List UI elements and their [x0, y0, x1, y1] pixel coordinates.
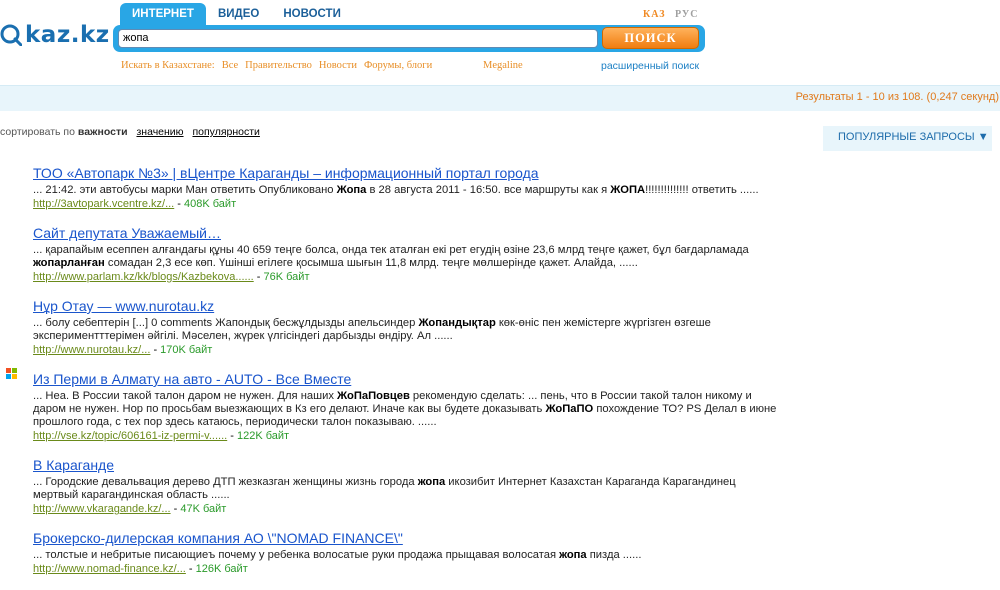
sort-current: важности: [77, 126, 128, 138]
search-scope: Искать в Казахстане: Все Правительство Н…: [121, 60, 439, 71]
result-snippet: ... Городские девальвация дерево ДТП жез…: [33, 476, 736, 501]
result-size: 122K байт: [236, 430, 290, 442]
result-item: Брокерско-дилерская компания АО \"NOMAD …: [33, 530, 783, 576]
search-button[interactable]: ПОИСК: [602, 27, 699, 49]
result-meta: http://www.parlam.kz/kk/blogs/Kazbekova.…: [33, 271, 310, 283]
result-title-link[interactable]: ТОО «Автопарк №3» | вЦентре Караганды – …: [33, 165, 783, 181]
tab-news[interactable]: НОВОСТИ: [271, 3, 353, 26]
advanced-search-link[interactable]: расширенный поиск: [601, 60, 699, 72]
sort-by-popularity-link[interactable]: популярности: [192, 126, 259, 138]
result-url-link[interactable]: http://vse.kz/topic/606161-iz-permi-v...…: [33, 430, 227, 442]
scope-forums-link[interactable]: Форумы, блоги: [364, 60, 432, 71]
result-item: Нұр Отау — www.nurotau.kz ... болу себеп…: [33, 298, 783, 357]
sort-options: сортировать по важности значению популяр…: [0, 126, 260, 138]
lang-kaz-link[interactable]: КАЗ: [643, 9, 666, 20]
search-input[interactable]: жопа: [118, 29, 598, 48]
search-tabs: ИНТЕРНЕТ ВИДЕО НОВОСТИ: [120, 3, 353, 26]
result-title-link[interactable]: В Караганде: [33, 457, 783, 473]
result-url-link[interactable]: http://www.nurotau.kz/...: [33, 344, 150, 356]
result-snippet: ... 21:42. эти автобусы марки Ман ответи…: [33, 184, 759, 196]
result-snippet: ... болу себептерін [...] 0 comments Жап…: [33, 317, 711, 342]
result-snippet: ... қарапайым есеппен алғандағы құны 40 …: [33, 244, 749, 269]
result-url-link[interactable]: http://www.nomad-finance.kz/...: [33, 563, 186, 575]
result-size: 126K байт: [195, 563, 248, 575]
logo[interactable]: kaz.kz: [0, 22, 110, 48]
result-meta: http://www.nurotau.kz/... - 170K байт: [33, 344, 213, 356]
logo-text: kaz.kz: [25, 22, 110, 48]
tab-internet[interactable]: ИНТЕРНЕТ: [120, 3, 206, 26]
results-list: ТОО «Автопарк №3» | вЦентре Караганды – …: [33, 165, 783, 590]
results-bar: Результаты 1 - 10 из 108. (0,247 секунд): [0, 85, 1000, 111]
scope-all-link[interactable]: Все: [222, 60, 238, 71]
lang-rus-link[interactable]: РУС: [675, 9, 698, 20]
scope-government-link[interactable]: Правительство: [245, 60, 312, 71]
result-item: ТОО «Автопарк №3» | вЦентре Караганды – …: [33, 165, 783, 211]
result-size: 76K байт: [263, 271, 310, 283]
result-meta: http://3avtopark.vcentre.kz/... - 408K б…: [33, 198, 237, 210]
popular-queries-button[interactable]: ПОПУЛЯРНЫЕ ЗАПРОСЫ ▼: [823, 126, 992, 151]
result-item: В Караганде ... Городские девальвация де…: [33, 457, 783, 516]
result-item: Из Перми в Алмату на авто - AUTO - Все В…: [33, 371, 783, 443]
result-title-link[interactable]: Нұр Отау — www.nurotau.kz: [33, 298, 783, 314]
tab-video[interactable]: ВИДЕО: [206, 3, 271, 26]
result-snippet: ... Неа. В России такой талон даром не н…: [33, 390, 777, 428]
sort-by-value-link[interactable]: значению: [136, 126, 183, 138]
result-url-link[interactable]: http://www.parlam.kz/kk/blogs/Kazbekova.…: [33, 271, 254, 283]
megaline-link[interactable]: Megaline: [483, 60, 523, 71]
result-url-link[interactable]: http://3avtopark.vcentre.kz/...: [33, 198, 174, 210]
result-snippet: ... толстые и небритые писающиеъ почему …: [33, 549, 642, 561]
result-meta: http://www.vkaragande.kz/... - 47K байт: [33, 503, 227, 515]
result-meta: http://vse.kz/topic/606161-iz-permi-v...…: [33, 430, 290, 442]
result-title-link[interactable]: Сайт депутата Уважаемый…: [33, 225, 783, 241]
scope-prefix: Искать в Казахстане:: [121, 60, 215, 71]
result-title-link[interactable]: Из Перми в Алмату на авто - AUTO - Все В…: [33, 371, 783, 387]
result-size: 408K байт: [184, 198, 237, 210]
results-count: Результаты 1 - 10 из 108. (0,247 секунд): [795, 91, 999, 103]
result-item: Сайт депутата Уважаемый… ... қарапайым е…: [33, 225, 783, 284]
result-size: 47K байт: [180, 503, 227, 515]
result-size: 170K байт: [160, 344, 213, 356]
scope-news-link[interactable]: Новости: [319, 60, 357, 71]
result-url-link[interactable]: http://www.vkaragande.kz/...: [33, 503, 171, 515]
sort-prefix: сортировать по: [0, 126, 75, 138]
search-logo-icon: [0, 24, 22, 46]
search-box: жопа ПОИСК: [113, 25, 705, 52]
result-title-link[interactable]: Брокерско-дилерская компания АО \"NOMAD …: [33, 530, 783, 546]
windows-logo-icon: [6, 368, 18, 380]
